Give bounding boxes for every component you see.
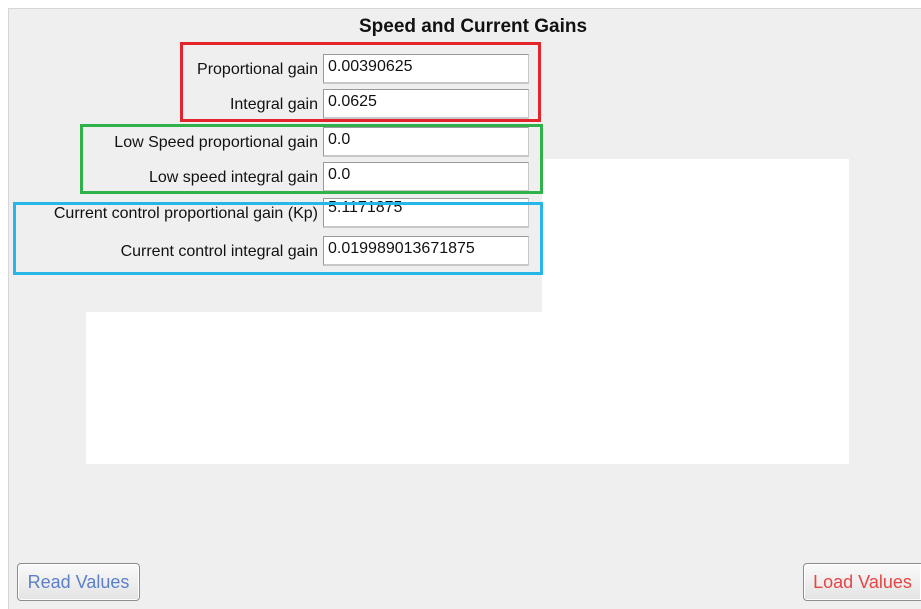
load-values-button[interactable]: Load Values	[803, 563, 921, 601]
integral-gain-field[interactable]: 0.0625	[323, 89, 529, 119]
current-proportional-gain-label: Current control proportional gain (Kp)	[53, 205, 318, 222]
low-speed-integral-gain-field[interactable]: 0.0	[323, 162, 529, 192]
proportional-gain-label: Proportional gain	[197, 61, 318, 78]
blank-region	[86, 312, 849, 464]
low-speed-proportional-gain-label: Low Speed proportional gain	[114, 134, 318, 151]
integral-gain-label: Integral gain	[229, 96, 318, 113]
panel-title: Speed and Current Gains	[358, 16, 588, 37]
proportional-gain-field[interactable]: 0.00390625	[323, 54, 529, 84]
current-integral-gain-field[interactable]: 0.019989013671875	[323, 236, 529, 266]
low-speed-integral-gain-label: Low speed integral gain	[148, 169, 318, 186]
current-proportional-gain-field[interactable]: 5.1171875	[323, 198, 529, 228]
low-speed-proportional-gain-field[interactable]: 0.0	[323, 127, 529, 157]
current-integral-gain-label: Current control integral gain	[120, 243, 318, 260]
read-values-button[interactable]: Read Values	[17, 563, 140, 601]
